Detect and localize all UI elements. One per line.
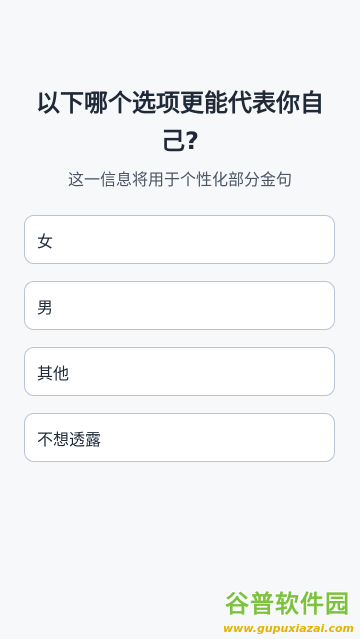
option-female[interactable]: 女 [24, 215, 335, 264]
option-other[interactable]: 其他 [24, 347, 335, 396]
option-male[interactable]: 男 [24, 281, 335, 330]
option-label: 不想透露 [37, 429, 102, 449]
question-subtitle: 这一信息将用于个性化部分金句 [67, 170, 292, 189]
gender-question-screen: 以下哪个选项更能代表你自己? 这一信息将用于个性化部分金句 女 男 其他 不想透… [0, 0, 360, 639]
option-prefer-not-to-say[interactable]: 不想透露 [24, 413, 335, 462]
watermark-brand: 谷普软件园 [225, 590, 350, 618]
option-label: 女 [37, 231, 54, 251]
option-label: 其他 [37, 363, 70, 383]
watermark-url: www.gupuxiazai.com [223, 622, 354, 635]
watermark: 谷普软件园 www.gupuxiazai.com [195, 581, 360, 639]
option-label: 男 [37, 297, 54, 317]
options-list: 女 男 其他 不想透露 [24, 215, 335, 479]
question-title: 以下哪个选项更能代表你自己? [36, 89, 324, 155]
